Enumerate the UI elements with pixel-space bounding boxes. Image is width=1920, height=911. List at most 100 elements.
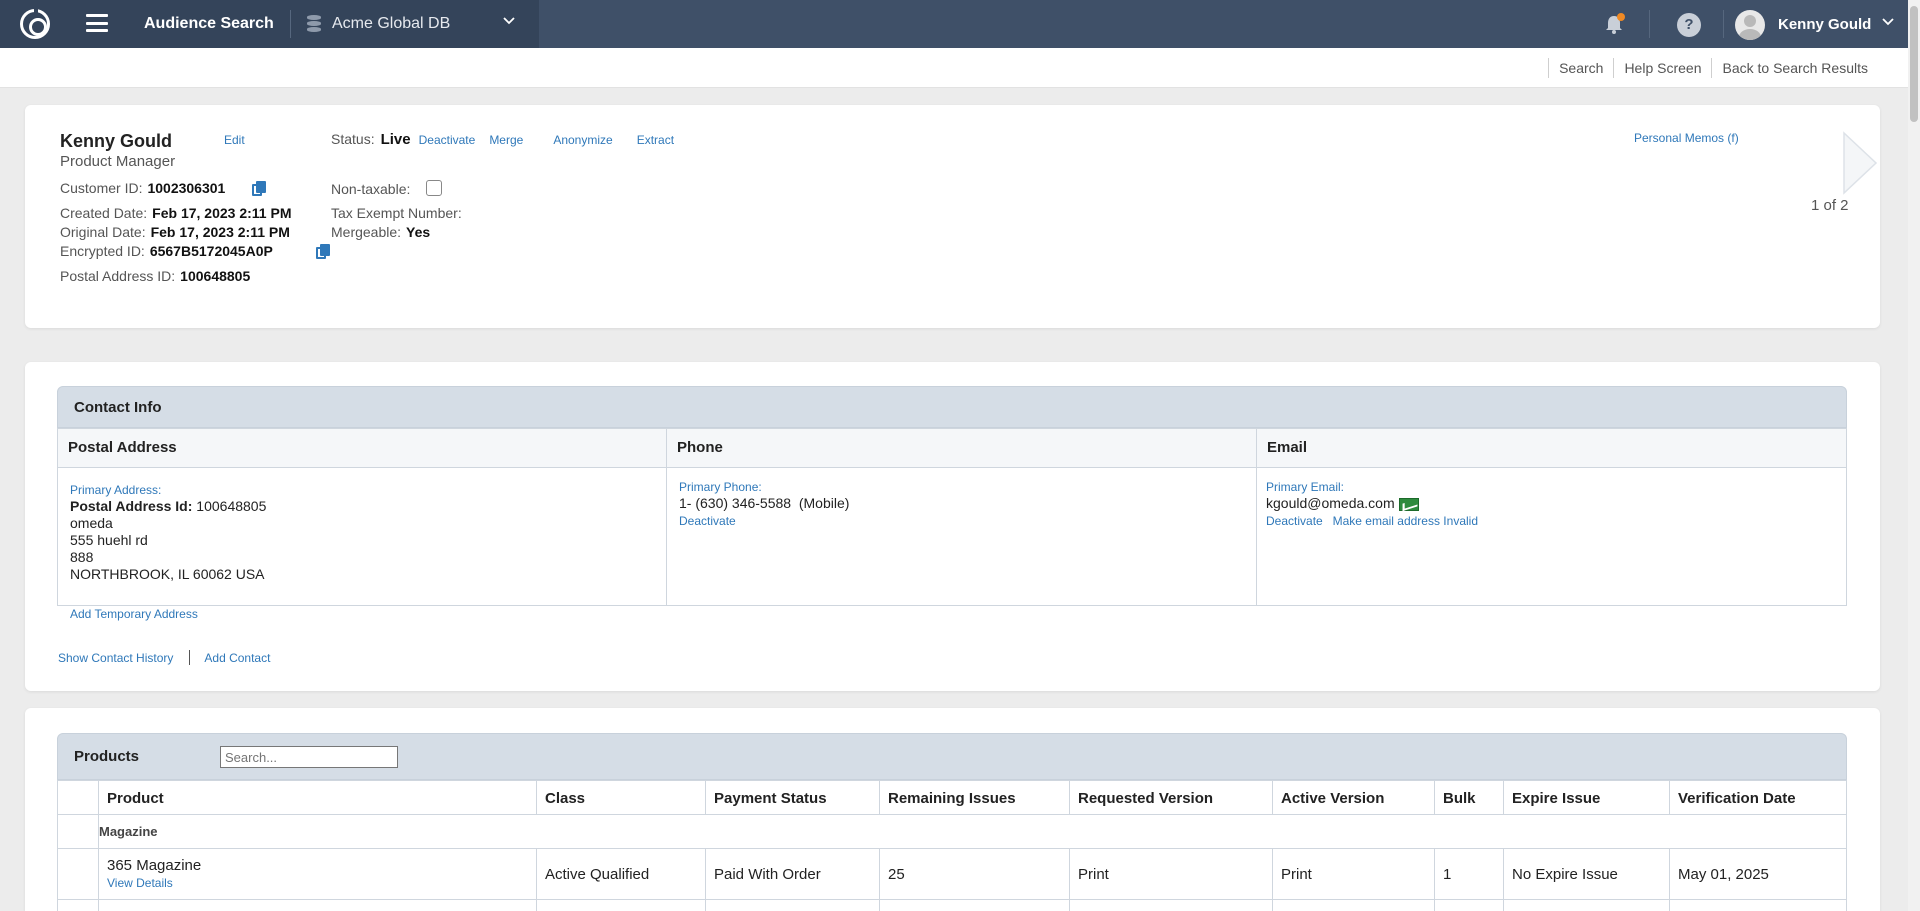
record-pager: 1 of 2 xyxy=(1811,197,1849,214)
address-line-4: NORTHBROOK, IL 60062 USA xyxy=(70,566,265,582)
created-date-row: Created Date: Feb 17, 2023 2:11 PM xyxy=(60,205,291,221)
remaining-issues-cell xyxy=(880,900,1070,911)
add-contact-link[interactable]: Add Contact xyxy=(204,651,270,665)
class-cell: Active Qualified xyxy=(537,849,706,899)
phone-column: Phone Primary Phone: 1- (630) 346-5588 (… xyxy=(667,429,1257,605)
chevron-down-icon[interactable] xyxy=(503,15,515,27)
product-cell xyxy=(99,900,537,911)
column-header-class[interactable]: Class xyxy=(537,781,706,814)
class-cell xyxy=(537,900,706,911)
mergeable-label: Mergeable: xyxy=(331,224,402,240)
column-header-payment-status[interactable]: Payment Status xyxy=(706,781,880,814)
payment-status-cell xyxy=(706,900,880,911)
original-date-value: Feb 17, 2023 2:11 PM xyxy=(150,224,290,240)
postal-address-id-label: Postal Address Id: xyxy=(70,498,193,514)
customer-name: Kenny Gould xyxy=(60,131,172,151)
page-scrollbar[interactable] xyxy=(1908,0,1920,911)
original-date-label: Original Date: xyxy=(60,224,146,240)
address-line-2: 555 huehl rd xyxy=(70,532,148,548)
customer-title: Product Manager xyxy=(60,153,176,170)
hamburger-menu-icon[interactable] xyxy=(86,14,108,32)
expire-issue-cell xyxy=(1504,900,1670,911)
postal-id-value: 100648805 xyxy=(180,268,251,284)
row-expand-cell xyxy=(58,900,99,911)
products-header: Products xyxy=(57,733,1847,780)
user-name[interactable]: Kenny Gould xyxy=(1778,16,1871,33)
column-header-expire-issue[interactable]: Expire Issue xyxy=(1504,781,1670,814)
search-link[interactable]: Search xyxy=(1548,58,1613,78)
show-contact-history-link[interactable]: Show Contact History xyxy=(58,651,173,665)
app-title: Audience Search xyxy=(144,15,274,32)
group-label: Magazine xyxy=(99,824,158,839)
help-screen-link[interactable]: Help Screen xyxy=(1613,58,1711,78)
nontaxable-label: Non-taxable: xyxy=(331,181,411,197)
email-deactivate-link[interactable]: Deactivate xyxy=(1266,514,1323,528)
customer-id-row: Customer ID: 1002306301 xyxy=(60,180,225,196)
next-record-arrow-icon[interactable] xyxy=(1842,131,1878,195)
postal-address-header: Postal Address xyxy=(58,429,666,468)
product-cell: 365 Magazine View Details xyxy=(99,849,537,899)
nontaxable-checkbox[interactable] xyxy=(426,180,442,196)
product-name: 365 Magazine xyxy=(107,857,202,874)
postal-id-label: Postal Address ID: xyxy=(60,268,176,284)
app-logo-icon[interactable] xyxy=(20,6,50,39)
nav-divider xyxy=(1723,10,1724,38)
verification-date-cell: May 01, 2025 xyxy=(1678,866,1769,883)
extract-link[interactable]: Extract xyxy=(637,133,674,147)
created-date-value: Feb 17, 2023 2:11 PM xyxy=(152,205,292,221)
remaining-issues-cell: 25 xyxy=(880,849,1070,899)
column-header-requested-version[interactable]: Requested Version xyxy=(1070,781,1273,814)
customer-id-label: Customer ID: xyxy=(60,180,143,196)
original-date-row: Original Date: Feb 17, 2023 2:11 PM xyxy=(60,224,290,240)
column-header-bulk[interactable]: Bulk xyxy=(1435,781,1504,814)
table-header-row: Product Class Payment Status Remaining I… xyxy=(58,781,1846,815)
postal-id-row: Postal Address ID: 100648805 xyxy=(60,268,250,284)
deactivate-link[interactable]: Deactivate xyxy=(419,133,476,147)
notification-bell-icon[interactable] xyxy=(1603,13,1625,35)
make-email-invalid-link[interactable]: Make email address Invalid xyxy=(1333,514,1478,528)
contact-info-header: Contact Info xyxy=(57,386,1847,428)
status-label: Status: xyxy=(331,131,375,147)
requested-version-cell xyxy=(1070,900,1273,911)
postal-address-id-line: Postal Address Id: 100648805 xyxy=(70,498,654,515)
mergeable-value: Yes xyxy=(406,224,431,240)
contact-info-card: Contact Info Postal Address Primary Addr… xyxy=(25,362,1880,691)
copy-icon[interactable] xyxy=(252,181,266,197)
back-to-results-link[interactable]: Back to Search Results xyxy=(1711,58,1878,78)
primary-phone-label: Primary Phone: xyxy=(679,480,762,494)
top-nav: Audience Search Acme Global DB ? Kenny G… xyxy=(0,0,1920,48)
encrypted-id-row: Encrypted ID: 6567B5172045A0P xyxy=(60,243,273,259)
created-date-label: Created Date: xyxy=(60,205,148,221)
merge-link[interactable]: Merge xyxy=(489,133,523,147)
postal-address-column: Postal Address Primary Address: Postal A… xyxy=(58,429,667,621)
email-header: Email xyxy=(1257,429,1846,468)
scrollbar-thumb[interactable] xyxy=(1910,6,1918,122)
column-header-remaining-issues[interactable]: Remaining Issues xyxy=(880,781,1070,814)
add-temporary-address-link[interactable]: Add Temporary Address xyxy=(70,607,198,621)
column-header-product[interactable]: Product xyxy=(99,781,537,814)
phone-number: 1- (630) 346-5588 (Mobile) xyxy=(679,495,850,511)
products-search-input[interactable] xyxy=(220,746,398,768)
column-header-active-version[interactable]: Active Version xyxy=(1273,781,1435,814)
requested-version-cell: Print xyxy=(1070,849,1273,899)
encrypted-id-label: Encrypted ID: xyxy=(60,243,145,259)
column-header-verification-date[interactable]: Verification Date xyxy=(1670,781,1846,814)
chevron-down-icon[interactable] xyxy=(1882,16,1894,28)
database-selector[interactable]: Acme Global DB xyxy=(332,15,450,33)
nav-left-block: Audience Search Acme Global DB xyxy=(0,0,539,48)
products-title: Products xyxy=(74,748,140,765)
tax-exempt-label: Tax Exempt Number: xyxy=(331,205,462,221)
nav-divider xyxy=(1649,10,1650,38)
copy-icon[interactable] xyxy=(316,244,330,260)
email-address: kgould@omeda.com xyxy=(1266,495,1395,511)
phone-header: Phone xyxy=(667,429,1256,468)
help-icon[interactable]: ? xyxy=(1677,13,1701,37)
anonymize-link[interactable]: Anonymize xyxy=(553,133,612,147)
phone-deactivate-link[interactable]: Deactivate xyxy=(679,514,736,528)
primary-email-label: Primary Email: xyxy=(1266,480,1345,494)
contact-table: Postal Address Primary Address: Postal A… xyxy=(57,428,1847,621)
personal-memos-link[interactable]: Personal Memos (f) xyxy=(1634,131,1739,145)
edit-link[interactable]: Edit xyxy=(224,133,245,147)
view-details-link[interactable]: View Details xyxy=(107,876,173,890)
avatar[interactable] xyxy=(1735,10,1765,40)
